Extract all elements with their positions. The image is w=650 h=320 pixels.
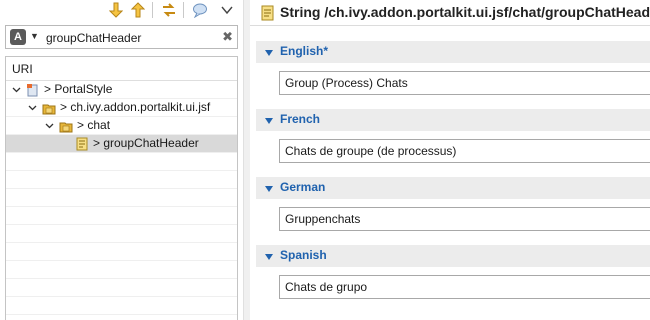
- tree-row-empty: [6, 207, 237, 225]
- arrow-up-icon[interactable]: [129, 1, 147, 19]
- section-body: [256, 267, 650, 313]
- collapse-toggle-icon[interactable]: [264, 115, 274, 125]
- toolbar-separator: [152, 2, 153, 18]
- collapse-toggle-icon[interactable]: [264, 47, 274, 57]
- section-title: English*: [280, 44, 329, 58]
- translation-field-french[interactable]: [279, 139, 650, 163]
- section-header[interactable]: English*: [256, 41, 650, 63]
- translation-field-german[interactable]: [279, 207, 650, 231]
- search-input[interactable]: [46, 29, 216, 46]
- collapse-toggle-icon[interactable]: [264, 183, 274, 193]
- string-editor-pane: String /ch.ivy.addon.portalkit.ui.jsf/ch…: [250, 0, 650, 320]
- string-cms-icon: [259, 5, 275, 21]
- language-section-english: English*: [256, 41, 650, 109]
- section-header[interactable]: German: [256, 177, 650, 199]
- section-header[interactable]: French: [256, 109, 650, 131]
- language-section-spanish: Spanish: [256, 245, 650, 313]
- arrow-down-icon[interactable]: [107, 1, 125, 19]
- tree-node-label: > PortalStyle: [44, 82, 113, 96]
- section-title: Spanish: [280, 248, 327, 262]
- folder-icon: [59, 119, 73, 133]
- pane-splitter[interactable]: [243, 0, 250, 320]
- folder-icon: [42, 101, 56, 115]
- chevron-down-icon[interactable]: [43, 117, 55, 134]
- string-cms-icon: [75, 137, 89, 151]
- tree-toolbar: [0, 0, 243, 22]
- filter-mode-icon[interactable]: A: [10, 29, 26, 45]
- tree-row-empty: [6, 171, 237, 189]
- tree-row-empty: [6, 243, 237, 261]
- project-icon: [26, 83, 40, 97]
- section-body: [256, 199, 650, 245]
- language-section-german: German: [256, 177, 650, 245]
- section-body: [256, 63, 650, 109]
- toolbar-separator: [183, 2, 184, 18]
- translation-field-english[interactable]: [279, 71, 650, 95]
- tree-rows: > PortalStyle > ch.ivy.addon.portalkit.u…: [6, 81, 237, 315]
- tree-row-empty: [6, 261, 237, 279]
- chevron-down-icon[interactable]: ▼: [30, 31, 39, 41]
- tree-row-empty: [6, 225, 237, 243]
- tree-node-label: > groupChatHeader: [93, 136, 199, 150]
- tree-row-empty: [6, 189, 237, 207]
- section-body: [256, 131, 650, 177]
- tree-filter-bar: A ▼ ✖: [5, 25, 238, 49]
- tree-row-empty: [6, 153, 237, 171]
- collapse-toggle-icon[interactable]: [264, 251, 274, 261]
- comment-icon[interactable]: [191, 1, 209, 19]
- editor-title-bar: String /ch.ivy.addon.portalkit.ui.jsf/ch…: [250, 0, 650, 26]
- language-section-french: French: [256, 109, 650, 177]
- section-title: French: [280, 112, 321, 126]
- tree-row-portalstyle[interactable]: > PortalStyle: [6, 81, 237, 99]
- tree-node-label: > ch.ivy.addon.portalkit.ui.jsf: [60, 100, 211, 114]
- translation-field-spanish[interactable]: [279, 275, 650, 299]
- chevron-down-icon[interactable]: [26, 99, 38, 116]
- view-menu-icon[interactable]: [218, 1, 236, 19]
- link-editor-icon[interactable]: [160, 1, 178, 19]
- tree-row-package[interactable]: > ch.ivy.addon.portalkit.ui.jsf: [6, 99, 237, 117]
- clear-search-icon[interactable]: ✖: [222, 29, 233, 45]
- tree-column-header[interactable]: URI: [6, 57, 237, 81]
- tree-row-chat[interactable]: > chat: [6, 117, 237, 135]
- tree-row-empty: [6, 297, 237, 315]
- tree-row-empty: [6, 279, 237, 297]
- section-header[interactable]: Spanish: [256, 245, 650, 267]
- cms-tree-pane: A ▼ ✖ URI > PortalStyle: [0, 0, 243, 320]
- section-title: German: [280, 180, 326, 194]
- tree-row-groupchatheader[interactable]: > groupChatHeader: [6, 135, 237, 153]
- editor-title: String /ch.ivy.addon.portalkit.ui.jsf/ch…: [280, 4, 650, 20]
- chevron-down-icon[interactable]: [10, 81, 22, 98]
- cms-tree: URI > PortalStyle > ch.ivy.addon.portalk…: [5, 56, 238, 320]
- tree-node-label: > chat: [77, 118, 111, 132]
